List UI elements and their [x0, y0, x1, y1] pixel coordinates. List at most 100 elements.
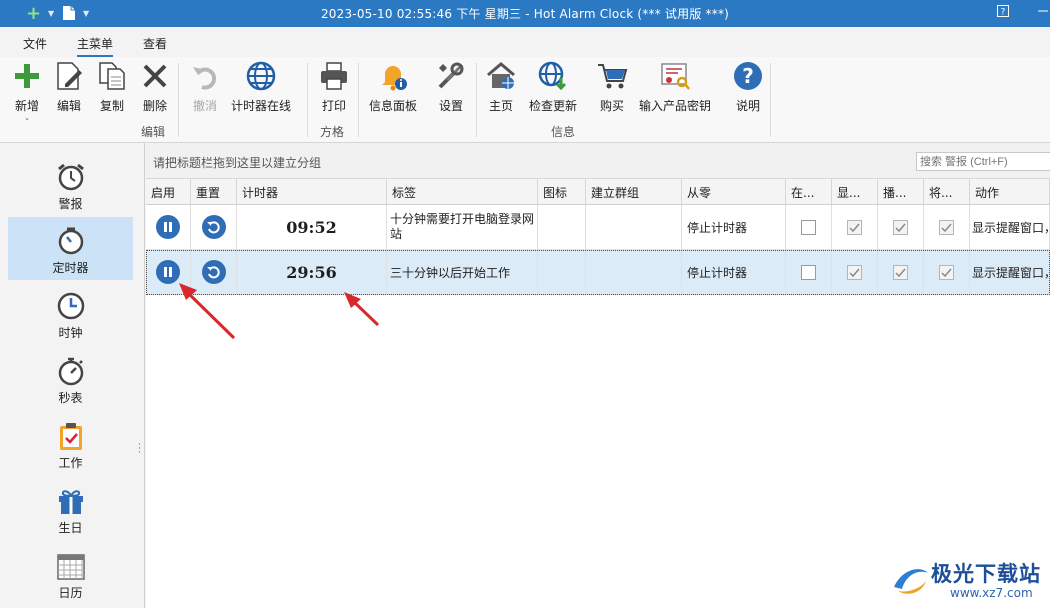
help-question-icon: ?: [731, 59, 765, 93]
checkbox[interactable]: [893, 264, 908, 280]
info-panel-button[interactable]: 信息面板: [369, 59, 417, 114]
globe-icon: [244, 59, 278, 93]
nav-item-label: 警报: [58, 197, 83, 211]
checkbox[interactable]: [939, 219, 954, 235]
edit-button[interactable]: 编辑: [52, 59, 86, 114]
action-value: 显示提醒窗口，: [970, 250, 1050, 295]
checkbox[interactable]: [801, 219, 816, 235]
group-by-hint: 请把标题栏拖到这里以建立分组: [153, 156, 322, 170]
checkmark-icon: [941, 223, 952, 232]
new-button[interactable]: 新增 ⌄: [10, 59, 44, 122]
watermark-name: 极光下载站: [931, 562, 1041, 586]
check-cell: [924, 250, 970, 295]
watermark-url: www.xz7.com: [950, 586, 1033, 600]
globe-download-icon: [536, 59, 570, 93]
copy-icon: [95, 59, 129, 93]
buy-button[interactable]: 购买: [595, 59, 629, 114]
watermark-swirl-icon: [894, 569, 928, 594]
pause-icon: [164, 222, 172, 232]
column-header-col10[interactable]: 播...: [878, 179, 924, 205]
column-header-group[interactable]: 建立群组: [586, 179, 682, 205]
timer-icon: [56, 226, 86, 256]
nav-item-timer[interactable]: 定时器: [8, 217, 133, 280]
ribbon-group-info: 信息: [551, 125, 576, 139]
info-panel-button-label: 信息面板: [369, 99, 418, 113]
column-header-col9[interactable]: 显...: [832, 179, 878, 205]
column-header-col11[interactable]: 将...: [924, 179, 970, 205]
print-button[interactable]: 打印: [317, 59, 351, 114]
nav-item-birthday[interactable]: 生日: [8, 477, 133, 540]
plus-icon: [10, 59, 44, 93]
svg-text:?: ?: [1001, 8, 1006, 18]
from-zero-value: 停止计时器: [682, 250, 786, 295]
pause-button[interactable]: [156, 215, 180, 239]
help-window-button[interactable]: ?: [994, 4, 1012, 22]
timer-label: 十分钟需要打开电脑登录网站: [387, 205, 538, 250]
new-button-label: 新增: [14, 99, 39, 113]
nav-item-label: 时钟: [58, 326, 83, 340]
column-header-action[interactable]: 动作: [970, 179, 1050, 205]
check-update-button[interactable]: 检查更新: [529, 59, 577, 114]
check-cell: [786, 250, 832, 295]
checkbox[interactable]: [847, 264, 862, 280]
enable-cell: [146, 205, 191, 250]
copy-button[interactable]: 复制: [95, 59, 129, 114]
column-header-timer[interactable]: 计时器: [237, 179, 387, 205]
delete-x-icon: [138, 59, 172, 93]
nav-item-task[interactable]: 工作: [8, 412, 133, 475]
reset-button[interactable]: [201, 260, 226, 284]
delete-button[interactable]: 删除: [138, 59, 172, 114]
window-title: 2023-05-10 02:55:46 下午 星期三 - Hot Alarm C…: [320, 7, 730, 21]
help-button[interactable]: ? 说明: [731, 59, 765, 114]
stopwatch-icon: [56, 356, 86, 386]
watermark-logo: 极光下载站 www.xz7.com: [888, 555, 1048, 605]
check-cell: [832, 205, 878, 250]
nav-item-clock[interactable]: 时钟: [8, 282, 133, 345]
shopping-cart-icon: [595, 59, 629, 93]
column-header-from-zero[interactable]: 从零: [682, 179, 786, 205]
group-by-bar[interactable]: 请把标题栏拖到这里以建立分组: [146, 143, 1050, 179]
splitter-grip-icon[interactable]: · · ·: [138, 441, 141, 458]
copy-button-label: 复制: [99, 99, 124, 113]
reset-button[interactable]: [201, 215, 226, 239]
settings-button[interactable]: 设置: [434, 59, 468, 114]
nav-item-stopwatch[interactable]: 秒表: [8, 347, 133, 410]
ribbon-separator: [476, 63, 477, 137]
timer-grid: 请把标题栏拖到这里以建立分组 启用 重置 计时器 标签 图标 建立群组 从零 在…: [146, 143, 1050, 608]
settings-button-label: 设置: [438, 99, 463, 113]
nav-item-label: 生日: [58, 521, 83, 535]
tab-file[interactable]: 文件: [23, 35, 47, 52]
timer-online-button-label: 计时器在线: [231, 99, 292, 113]
home-button[interactable]: 主页: [484, 59, 518, 114]
check-cell: [786, 205, 832, 250]
checkbox[interactable]: [801, 264, 816, 280]
check-update-button-label: 检查更新: [529, 99, 578, 113]
tab-main-menu[interactable]: 主菜单: [77, 35, 114, 57]
enter-product-key-button-label: 输入产品密钥: [639, 99, 712, 113]
group-cell: [586, 205, 682, 250]
nav-item-calendar[interactable]: 日历: [8, 542, 133, 605]
ribbon-separator: [178, 63, 179, 137]
pause-button[interactable]: [156, 260, 180, 284]
checkbox[interactable]: [847, 219, 862, 235]
column-header-col8[interactable]: 在...: [786, 179, 832, 205]
column-header-icon[interactable]: 图标: [538, 179, 586, 205]
timer-online-button[interactable]: 计时器在线: [231, 59, 291, 114]
minimize-button[interactable]: [1034, 4, 1050, 22]
enter-product-key-button[interactable]: 输入产品密钥: [639, 59, 711, 114]
icon-cell: [538, 250, 586, 295]
reset-icon: [206, 266, 220, 279]
timer-label: 三十分钟以后开始工作: [387, 250, 538, 295]
search-input[interactable]: [916, 152, 1050, 171]
checkbox[interactable]: [893, 219, 908, 235]
column-header-reset[interactable]: 重置: [191, 179, 237, 205]
tab-view[interactable]: 查看: [143, 35, 167, 52]
checkbox[interactable]: [939, 264, 954, 280]
column-header-label[interactable]: 标签: [387, 179, 538, 205]
nav-item-alarm[interactable]: 警报: [8, 153, 133, 216]
column-header-enable[interactable]: 启用: [146, 179, 191, 205]
undo-button[interactable]: 撤消: [188, 59, 222, 114]
icon-cell: [538, 205, 586, 250]
checkmark-icon: [895, 223, 906, 232]
ribbon-separator: [358, 63, 359, 137]
